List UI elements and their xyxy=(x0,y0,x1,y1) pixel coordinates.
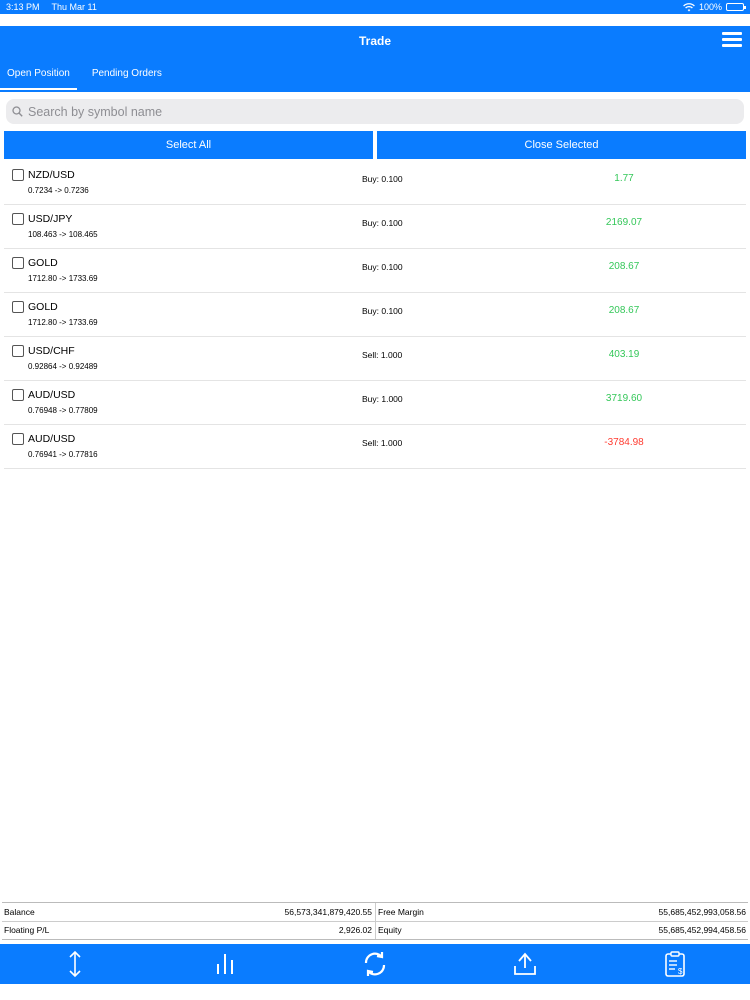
position-pl: 208.67 xyxy=(608,305,640,316)
action-buttons: Select All Close Selected xyxy=(4,131,746,159)
hamburger-menu-icon[interactable] xyxy=(722,32,742,48)
account-summary: Balance 56,573,341,879,420.55 Free Margi… xyxy=(2,902,748,940)
position-list: NZD/USD 0.7234 -> 0.7236 Buy: 0.100 1.77… xyxy=(4,161,746,469)
position-symbol: GOLD xyxy=(28,257,58,269)
position-rate: 108.463 -> 108.465 xyxy=(28,230,98,239)
position-symbol: USD/JPY xyxy=(28,213,73,225)
position-order: Buy: 1.000 xyxy=(362,394,403,404)
position-pl: 208.67 xyxy=(608,261,640,272)
position-rate: 1712.80 -> 1733.69 xyxy=(28,318,98,327)
svg-text:$: $ xyxy=(678,967,683,976)
position-symbol: GOLD xyxy=(28,301,58,313)
position-pl: 3719.60 xyxy=(605,393,643,404)
equity-value: 55,685,452,994,458.56 xyxy=(658,925,746,935)
upload-icon[interactable] xyxy=(505,946,545,982)
floating-pl-value: 2,926.02 xyxy=(338,925,372,935)
position-row[interactable]: GOLD 1712.80 -> 1733.69 Buy: 0.100 208.6… xyxy=(4,249,746,293)
position-symbol: NZD/USD xyxy=(28,169,75,181)
row-checkbox[interactable] xyxy=(12,169,24,181)
position-row[interactable]: NZD/USD 0.7234 -> 0.7236 Buy: 0.100 1.77 xyxy=(4,161,746,205)
bar-chart-icon[interactable] xyxy=(205,946,245,982)
floating-pl-label: Floating P/L xyxy=(4,925,50,935)
search-input[interactable] xyxy=(28,104,728,119)
free-margin-cell: Free Margin 55,685,452,993,058.56 xyxy=(376,903,748,921)
position-row[interactable]: USD/CHF 0.92864 -> 0.92489 Sell: 1.000 4… xyxy=(4,337,746,381)
select-all-button[interactable]: Select All xyxy=(4,131,373,159)
position-order: Buy: 0.100 xyxy=(362,218,403,228)
position-rate: 0.92864 -> 0.92489 xyxy=(28,362,98,371)
status-right: 100% xyxy=(683,2,746,12)
close-selected-button[interactable]: Close Selected xyxy=(377,131,746,159)
status-time: 3:13 PM xyxy=(6,2,40,12)
position-row[interactable]: USD/JPY 108.463 -> 108.465 Buy: 0.100 21… xyxy=(4,205,746,249)
position-pl: 1.77 xyxy=(614,173,634,184)
status-date: Thu Mar 11 xyxy=(51,2,97,12)
position-rate: 0.7234 -> 0.7236 xyxy=(28,186,89,195)
clipboard-dollar-icon[interactable]: $ xyxy=(655,946,695,982)
row-checkbox[interactable] xyxy=(12,213,24,225)
row-checkbox[interactable] xyxy=(12,345,24,357)
position-rate: 1712.80 -> 1733.69 xyxy=(28,274,98,283)
position-rate: 0.76948 -> 0.77809 xyxy=(28,406,98,415)
search-bar[interactable] xyxy=(6,99,744,124)
position-order: Buy: 0.100 xyxy=(362,174,403,184)
position-pl: -3784.98 xyxy=(604,437,644,448)
battery-icon xyxy=(726,3,746,11)
row-checkbox[interactable] xyxy=(12,301,24,313)
bottom-tab-bar: $ xyxy=(0,944,750,984)
page-title: Trade xyxy=(358,34,391,48)
equity-cell: Equity 55,685,452,994,458.56 xyxy=(376,921,748,939)
row-checkbox[interactable] xyxy=(12,389,24,401)
updown-arrows-icon[interactable] xyxy=(55,946,95,982)
battery-percent: 100% xyxy=(698,2,722,12)
position-row[interactable]: AUD/USD 0.76948 -> 0.77809 Buy: 1.000 37… xyxy=(4,381,746,425)
balance-label: Balance xyxy=(4,907,35,917)
equity-label: Equity xyxy=(378,925,402,935)
tab-pending-orders[interactable]: Pending Orders xyxy=(85,62,169,92)
refresh-icon[interactable] xyxy=(355,946,395,982)
position-rate: 0.76941 -> 0.77816 xyxy=(28,450,98,459)
row-checkbox[interactable] xyxy=(12,433,24,445)
status-bar: 3:13 PM Thu Mar 11 100% xyxy=(0,0,750,14)
position-order: Buy: 0.100 xyxy=(362,306,403,316)
position-order: Sell: 1.000 xyxy=(362,438,403,448)
free-margin-value: 55,685,452,993,058.56 xyxy=(658,907,746,917)
position-order: Buy: 0.100 xyxy=(362,262,403,272)
balance-cell: Balance 56,573,341,879,420.55 xyxy=(2,903,374,921)
free-margin-label: Free Margin xyxy=(378,907,424,917)
tab-open-position[interactable]: Open Position xyxy=(0,62,77,92)
floating-pl-cell: Floating P/L 2,926.02 xyxy=(2,921,374,939)
position-pl: 2169.07 xyxy=(605,217,643,228)
row-checkbox[interactable] xyxy=(12,257,24,269)
position-row[interactable]: AUD/USD 0.76941 -> 0.77816 Sell: 1.000 -… xyxy=(4,425,746,469)
wifi-icon xyxy=(683,2,695,11)
position-row[interactable]: GOLD 1712.80 -> 1733.69 Buy: 0.100 208.6… xyxy=(4,293,746,337)
search-icon xyxy=(12,106,23,117)
position-pl: 403.19 xyxy=(608,349,640,360)
position-symbol: AUD/USD xyxy=(28,389,76,401)
balance-value: 56,573,341,879,420.55 xyxy=(284,907,372,917)
position-symbol: USD/CHF xyxy=(28,345,75,357)
nav-bar: Trade Open Position Pending Orders xyxy=(0,26,750,92)
tab-strip: Open Position Pending Orders xyxy=(0,62,169,92)
position-symbol: AUD/USD xyxy=(28,433,76,445)
position-order: Sell: 1.000 xyxy=(362,350,403,360)
